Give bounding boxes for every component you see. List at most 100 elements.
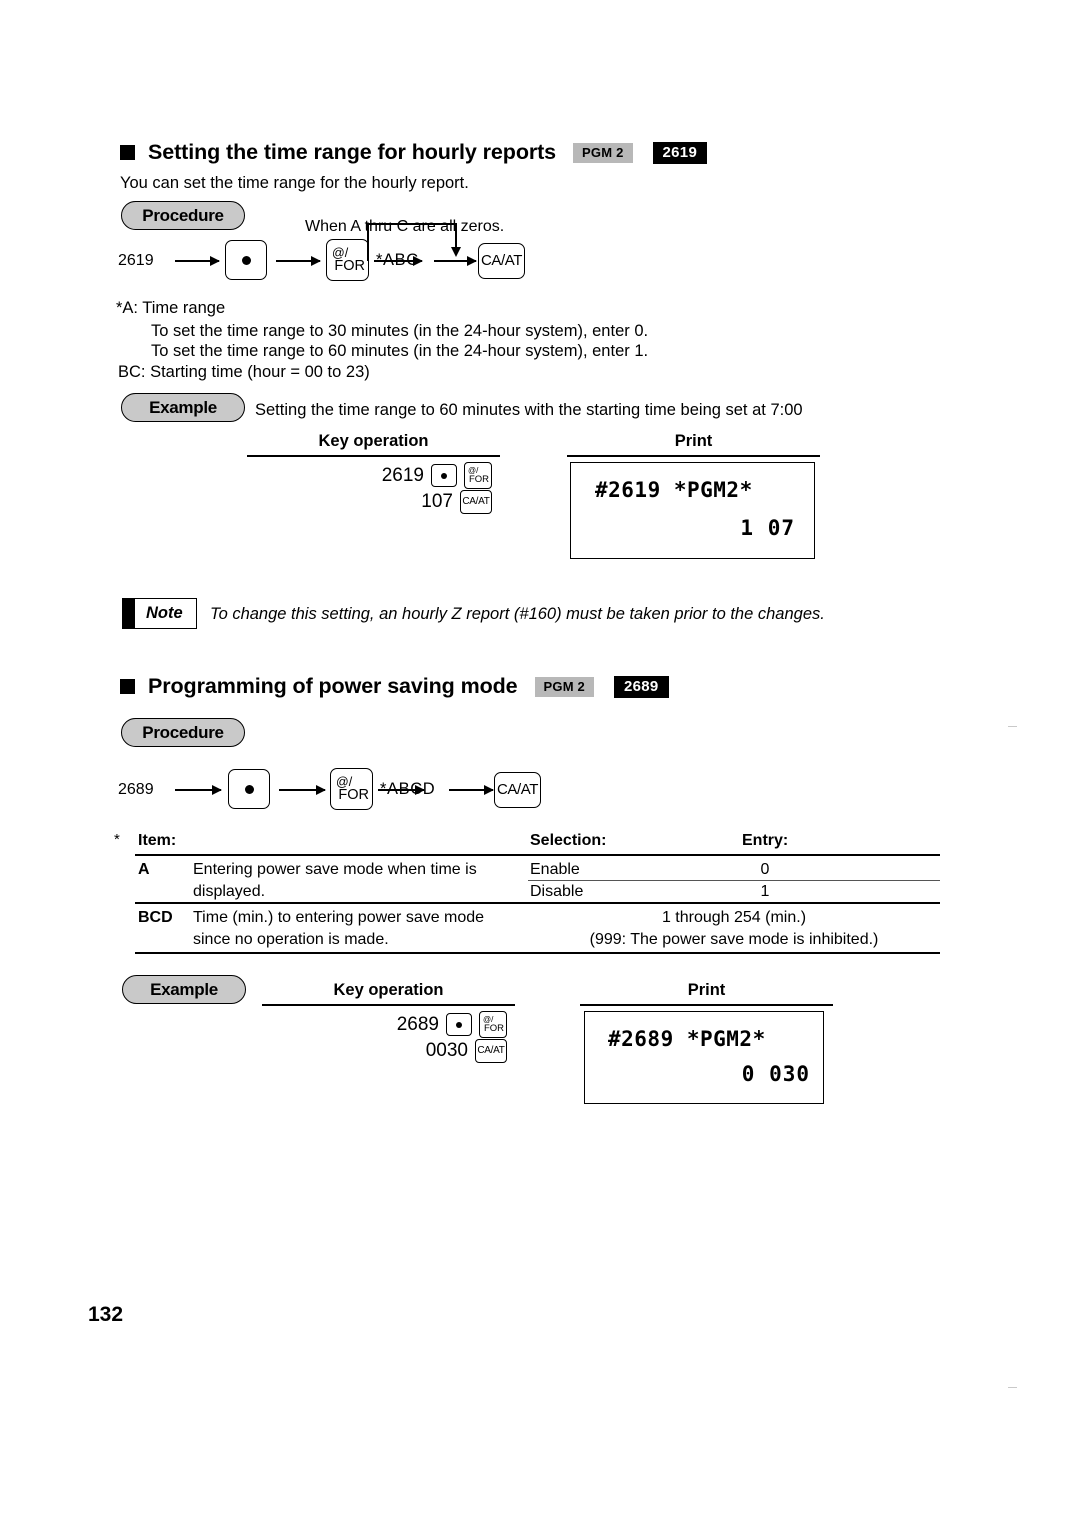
key-decimal-point (228, 769, 270, 809)
keyop-column-header-2: Key operation (333, 981, 444, 999)
table-header-item: Item: (138, 832, 177, 849)
table-rule-header (135, 854, 940, 856)
procedure-flow-2619: 2619 @/ FOR *ABC CA/AT (118, 223, 538, 288)
bypass-right-vertical (455, 223, 457, 249)
table-row-bcd-span-line1: 1 through 254 (min.) (661, 909, 807, 926)
table-row-a-desc-line1: Entering power save mode when time is (193, 861, 477, 878)
dot-icon (441, 472, 447, 479)
section-intro-text: You can set the time range for the hourl… (120, 174, 469, 192)
print-column-rule-1 (567, 455, 820, 457)
table-row-code-a: A (138, 861, 150, 878)
badge-code-2689: 2689 (614, 675, 669, 698)
bullet-square-icon (120, 145, 135, 160)
flow-start-code: 2689 (118, 781, 154, 798)
note-black-bar-icon (123, 599, 135, 628)
flow-arrow-2 (279, 785, 326, 794)
key-at-for: @/ FOR (330, 768, 373, 810)
keyop-value: 2689 (396, 1013, 439, 1035)
badge-mode-pgm2: PGM 2 (573, 142, 633, 163)
key-at-for-small: @/ FOR (464, 462, 492, 489)
procedure-label-1: Procedure (121, 201, 245, 230)
section-title: Programming of power saving mode (148, 674, 518, 698)
manual-page: Setting the time range for hourly report… (0, 0, 1080, 1528)
table-rule-bottom (135, 952, 940, 954)
print-line-1: #2619 *PGM2* (595, 478, 753, 502)
print-receipt-box-2 (584, 1011, 824, 1104)
table-row-bcd-desc-line2: since no operation is made. (193, 931, 389, 948)
bullet-square-icon (120, 679, 135, 694)
flow-arrow-1 (175, 256, 220, 265)
key-decimal-point-small (446, 1013, 472, 1036)
table-row-a-desc-line2: displayed. (193, 883, 266, 900)
example-label-2: Example (122, 975, 246, 1004)
note-label: Note (146, 604, 183, 622)
table-rule-row-split (135, 902, 940, 904)
dot-icon (456, 1021, 462, 1028)
section-heading-power-saving: Programming of power saving mode PGM 2 2… (120, 674, 669, 699)
key-cash-amount-tender: CA/AT (494, 772, 541, 808)
keyop-row-1b: 107 CA/AT (300, 490, 492, 514)
table-header-entry: Entry: (742, 832, 789, 849)
note-badge-wrap: Note (122, 598, 197, 629)
dot-icon (244, 784, 254, 794)
keyop-value: 107 (421, 491, 453, 512)
page-number: 132 (88, 1303, 124, 1326)
note-text: To change this setting, an hourly Z repo… (210, 605, 825, 623)
keyop-column-rule-1 (247, 455, 500, 457)
table-row-bcd-span-line2: (999: The power save mode is inhibited.) (589, 931, 879, 948)
procedure-flow-2689: 2689 @/ FOR *ABCD CA/AT (118, 767, 548, 817)
flow-arrow-4 (434, 256, 477, 265)
key-decimal-point (225, 240, 267, 280)
badge-mode-pgm2: PGM 2 (534, 676, 594, 697)
key-decimal-point-small (431, 464, 457, 487)
table-row-a-entry-disable: 1 (760, 883, 770, 900)
keyop-column-header-1: Key operation (318, 432, 429, 450)
flow-param-abcd: *ABCD (380, 780, 436, 798)
param-line-3: BC: Starting time (hour = 00 to 23) (118, 363, 370, 381)
table-header-selection: Selection: (530, 832, 607, 849)
key-at-for-line2: FOR (483, 1022, 504, 1034)
print-line-1: #2689 *PGM2* (608, 1027, 766, 1051)
procedure-label-2: Procedure (121, 718, 245, 747)
keyop-row-2a: 2689 @/ FOR (315, 1011, 507, 1038)
key-cash-amount-tender-small: CA/AT (460, 490, 492, 514)
flow-arrow-2 (276, 256, 321, 265)
print-line-2: 1 07 (740, 516, 795, 540)
print-column-rule-2 (580, 1004, 833, 1006)
power-save-item-table: * Item: Selection: Entry: A Entering pow… (110, 828, 940, 954)
note-badge: Note (122, 598, 197, 629)
table-row-a-entry-enable: 0 (760, 861, 770, 878)
key-at-for-small: @/ FOR (479, 1011, 507, 1038)
key-cash-amount-tender: CA/AT (478, 243, 525, 279)
bypass-horizontal (367, 223, 456, 225)
example-label-1: Example (121, 393, 245, 422)
keyop-value: 0030 (425, 1040, 468, 1061)
param-line-2: To set the time range to 60 minutes (in … (151, 342, 649, 360)
example-description-1: Setting the time range to 60 minutes wit… (255, 401, 803, 419)
section-heading-time-range: Setting the time range for hourly report… (120, 140, 708, 165)
bypass-arrow-icon (451, 247, 461, 257)
flow-note-zeros: When A thru C are all zeros. (305, 218, 505, 235)
flow-start-code: 2619 (118, 252, 154, 269)
table-row-a-selection-enable: Enable (530, 861, 580, 878)
table-row-code-bcd: BCD (138, 909, 173, 926)
key-at-for: @/ FOR (326, 239, 369, 281)
keyop-row-1a: 2619 @/ FOR (300, 462, 492, 489)
bypass-left-vertical (367, 223, 369, 261)
key-at-for-line2: FOR (468, 473, 489, 485)
print-receipt-box-1 (570, 462, 815, 559)
keyop-row-2b: 0030 CA/AT (315, 1039, 507, 1063)
key-at-for-line2: FOR (334, 258, 365, 275)
print-line-2: 0 030 (741, 1062, 810, 1086)
flow-param-abc: *ABC (376, 251, 419, 269)
edge-mark-bottom (1008, 1387, 1017, 1389)
table-star-marker: * (114, 831, 120, 848)
param-line-0: *A: Time range (116, 299, 226, 317)
flow-arrow-1 (175, 785, 222, 794)
keyop-column-rule-2 (262, 1004, 515, 1006)
table-row-bcd-desc-line1: Time (min.) to entering power save mode (193, 909, 485, 926)
print-column-header-1: Print (674, 432, 713, 450)
key-cash-amount-tender-small: CA/AT (475, 1039, 507, 1063)
badge-code-2619: 2619 (652, 141, 708, 164)
edge-mark-top (1008, 726, 1017, 728)
